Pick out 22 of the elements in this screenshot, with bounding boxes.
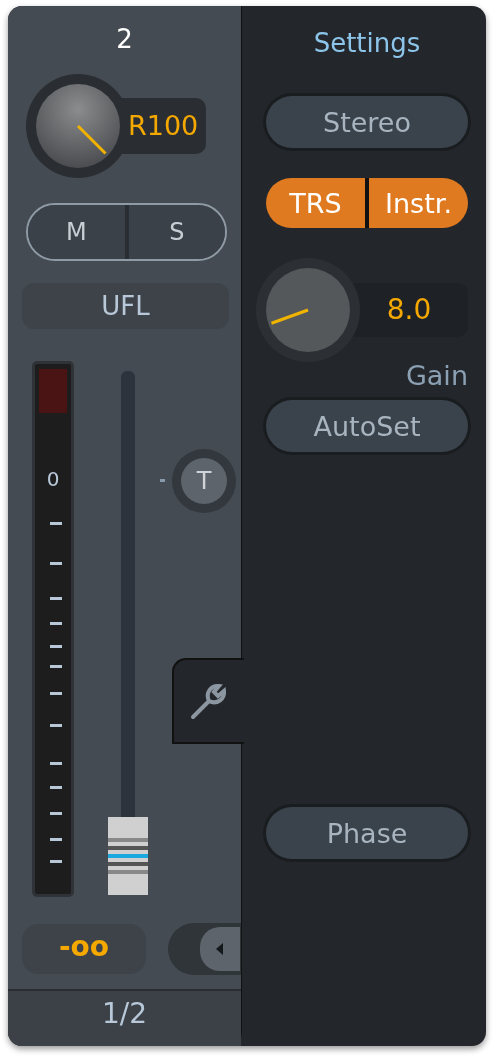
fader-readout: -oo [22, 924, 146, 974]
gain-readout: 8.0 [350, 283, 468, 337]
solo-button[interactable]: S [128, 205, 225, 259]
fader-handle[interactable] [108, 817, 148, 895]
mute-button[interactable]: M [28, 205, 129, 259]
scale-label: 0 [45, 468, 61, 490]
phase-button[interactable]: Phase [266, 807, 468, 859]
input-option-button[interactable]: TRS [266, 178, 369, 228]
settings-title: Settings [312, 28, 422, 60]
channel-name: UFL [22, 283, 229, 329]
autoset-button[interactable]: AutoSet [266, 400, 468, 452]
gain-label: Gain [404, 360, 468, 393]
input-option-button[interactable]: Instr. [369, 178, 468, 228]
wrench-icon [189, 681, 229, 721]
stereo-button[interactable]: Stereo [266, 96, 468, 148]
pan-knob[interactable] [35, 83, 121, 169]
settings-tab[interactable] [172, 658, 244, 744]
clip-indicator [39, 369, 67, 413]
output-label[interactable]: 1/2 [8, 989, 241, 1046]
channel-number: 2 [115, 24, 134, 54]
talkback-button[interactable]: T [181, 458, 227, 504]
gain-knob[interactable] [265, 267, 351, 353]
